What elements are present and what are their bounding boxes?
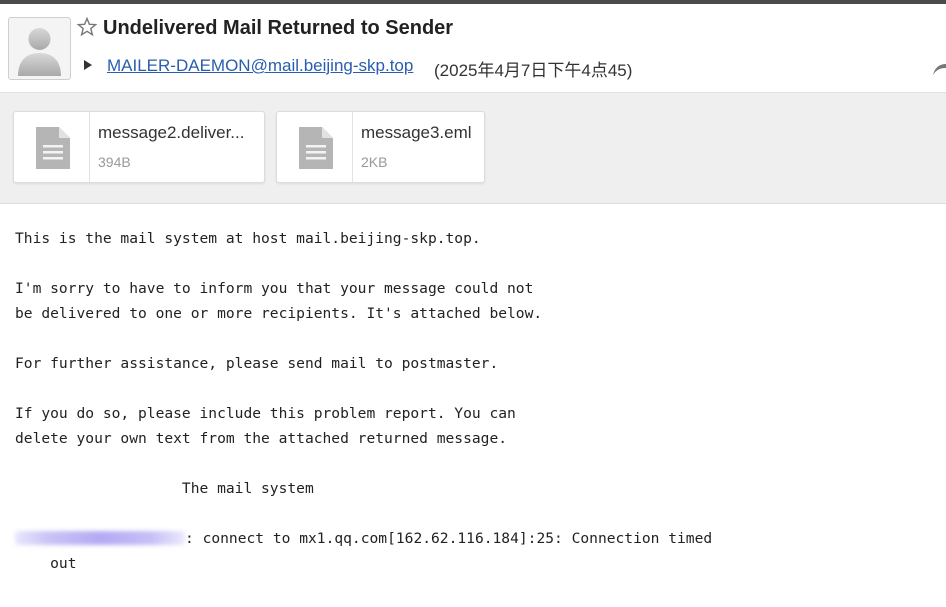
attachment-name: message2.deliver... xyxy=(98,123,245,142)
body-line: This is the mail system at host mail.bei… xyxy=(15,230,481,247)
message-header: Undelivered Mail Returned to Sender MAIL… xyxy=(0,4,946,92)
body-line: : connect to mx1.qq.com[162.62.116.184]:… xyxy=(185,530,713,547)
body-line: delete your own text from the attached r… xyxy=(15,430,508,447)
body-line: For further assistance, please send mail… xyxy=(15,355,499,372)
avatar xyxy=(8,17,71,80)
message-body: This is the mail system at host mail.bei… xyxy=(15,226,712,576)
expand-details-toggle-icon[interactable] xyxy=(84,60,92,70)
document-icon xyxy=(299,127,333,169)
attachment-icon-box xyxy=(14,112,90,182)
attachment-icon-box xyxy=(277,112,353,182)
body-line: out xyxy=(15,555,77,572)
attachment-size: 394B xyxy=(98,154,131,170)
document-icon xyxy=(36,127,70,169)
sender-link[interactable]: MAILER-DAEMON@mail.beijing-skp.top xyxy=(107,56,413,76)
attachments-bar: message2.deliver... 394B message3.eml 2K… xyxy=(0,92,946,204)
message-date: (2025年4月7日下午4点45) xyxy=(434,61,633,80)
reply-icon[interactable] xyxy=(930,56,946,78)
attachment-card[interactable]: message3.eml 2KB xyxy=(276,111,485,183)
redacted-recipient xyxy=(15,531,185,545)
attachment-size: 2KB xyxy=(361,154,388,170)
star-icon[interactable] xyxy=(76,16,98,37)
attachment-name: message3.eml xyxy=(361,123,472,142)
body-line: The mail system xyxy=(15,480,314,497)
attachment-card[interactable]: message2.deliver... 394B xyxy=(13,111,265,183)
message-subject: Undelivered Mail Returned to Sender xyxy=(103,17,454,39)
body-line: be delivered to one or more recipients. … xyxy=(15,305,543,322)
body-line: If you do so, please include this proble… xyxy=(15,405,516,422)
body-line: I'm sorry to have to inform you that you… xyxy=(15,280,534,297)
